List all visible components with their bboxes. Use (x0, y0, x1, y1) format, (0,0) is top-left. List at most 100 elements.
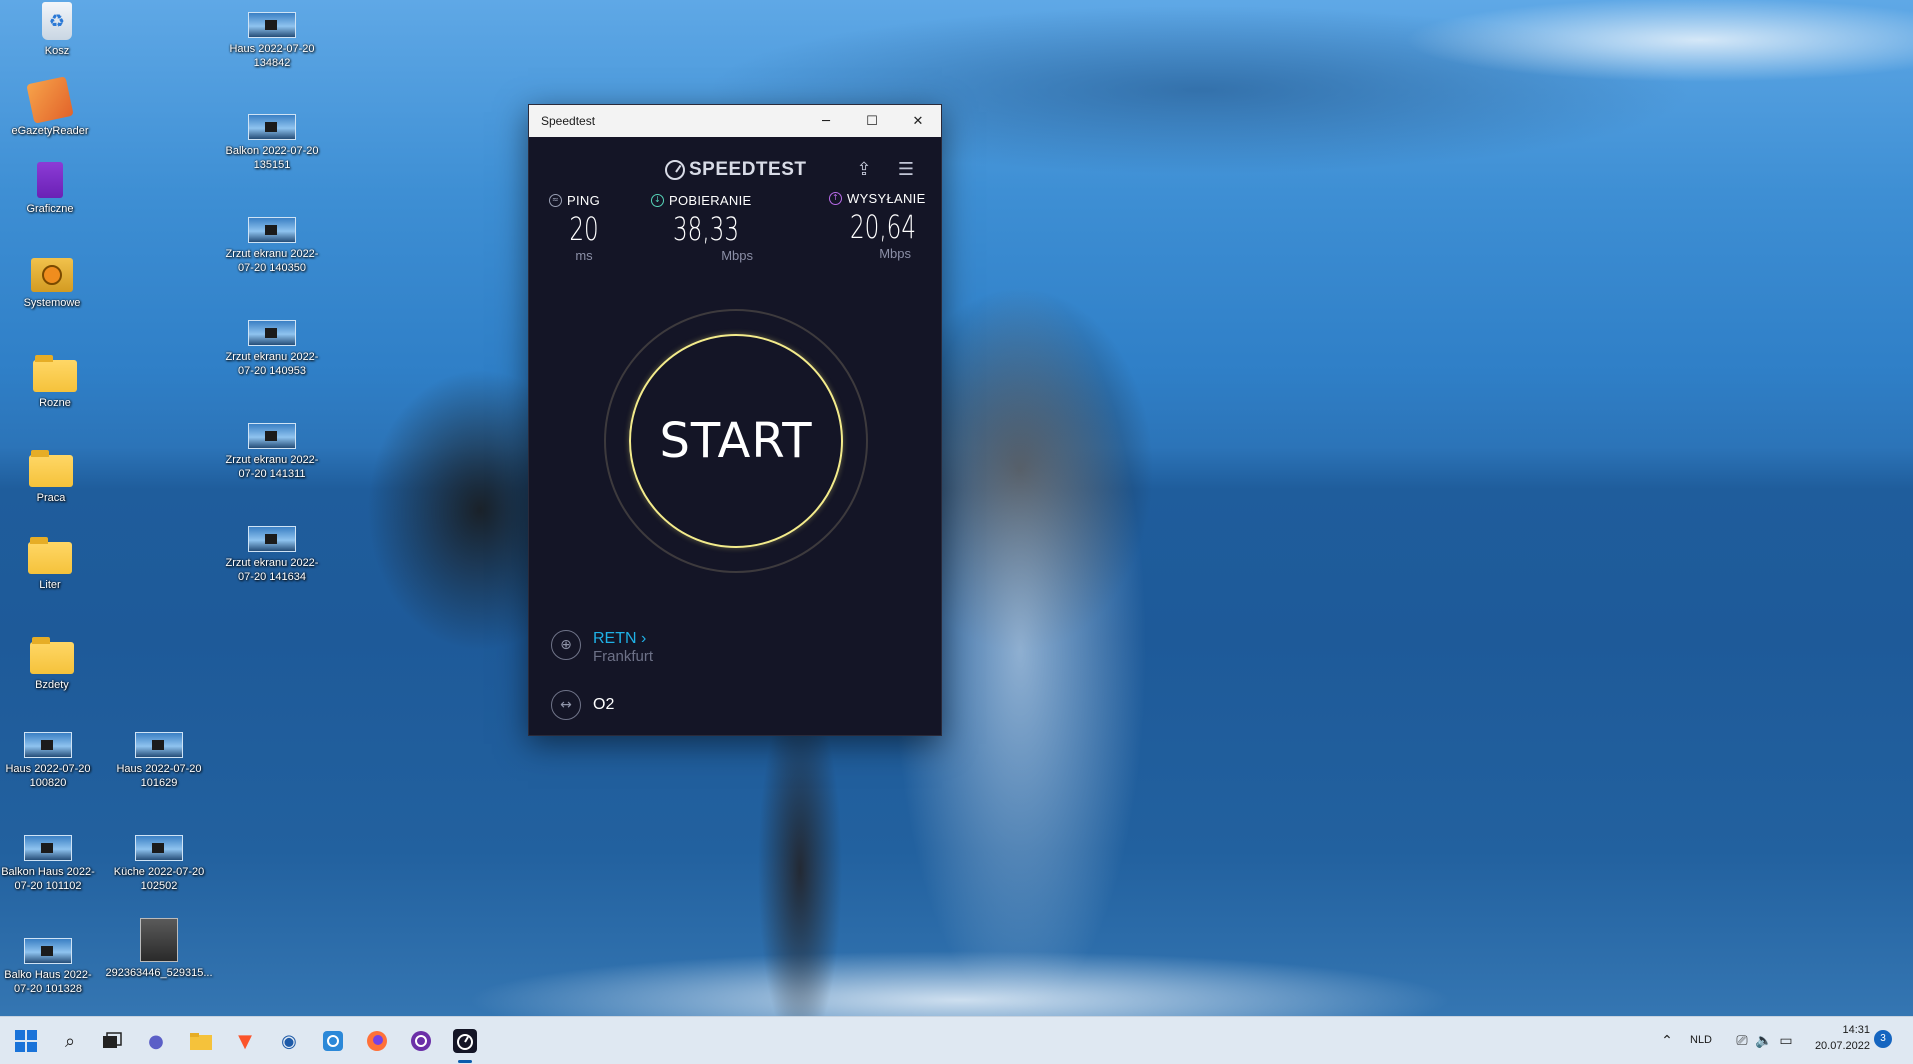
recycle-bin-icon: ♻ (42, 2, 72, 40)
icon-label: Zrzut ekranu 2022-07-20 140350 (225, 248, 319, 274)
icon-label: Haus 2022-07-20 100820 (5, 763, 91, 789)
edge-browser-icon[interactable]: ◉ (273, 1025, 305, 1057)
start-label: START (659, 413, 813, 469)
globe-icon: ⊕ (551, 630, 581, 660)
screenshot-file-icon (248, 12, 296, 38)
icon-label: Praca (36, 492, 66, 504)
icon-label: Kosz (44, 45, 70, 57)
language-indicator[interactable]: NLD (1690, 1034, 1712, 1046)
screenshot-file-icon (248, 320, 296, 346)
speedtest-window: Speedtest ─ ☐ ✕ SPEEDTEST ⇪ ☰ ≈ PING 20 … (528, 104, 942, 736)
screenshot-file-icon (248, 526, 296, 552)
settings-icon[interactable]: ☰ (895, 159, 917, 181)
desktop-icon-rozne[interactable]: Rozne (0, 355, 110, 410)
share-icon[interactable]: ⇪ (853, 159, 875, 181)
download-metric: ↓ POBIERANIE 38,33 Mbps (651, 193, 761, 263)
desktop-icon-balkon-haus-101102[interactable]: Balkon Haus 2022-07-20 101102 (0, 835, 103, 893)
upload-metric: ↑ WYSYŁANIE 20,64 Mbps (829, 191, 937, 261)
desktop-icon-haus-101629[interactable]: Haus 2022-07-20 101629 (104, 732, 214, 790)
desktop-icon-zrzut-141634[interactable]: Zrzut ekranu 2022-07-20 141634 (217, 526, 327, 584)
icon-label: Balko Haus 2022-07-20 101328 (4, 969, 92, 995)
desktop-icon-haus-134842[interactable]: Haus 2022-07-20 134842 (217, 12, 327, 70)
systemowe-folder-icon (31, 258, 73, 292)
window-titlebar[interactable]: Speedtest ─ ☐ ✕ (529, 105, 941, 137)
start-button[interactable]: START (629, 334, 843, 548)
desktop-icon-zrzut-140953[interactable]: Zrzut ekranu 2022-07-20 140953 (217, 320, 327, 378)
desktop-icon-praca[interactable]: Praca (0, 450, 106, 505)
desktop-icon-egazetyreader[interactable]: eGazetyReader (0, 76, 105, 138)
speedometer-icon (665, 160, 685, 180)
speedtest-logo: SPEEDTEST (665, 159, 806, 181)
icon-label: eGazetyReader (11, 125, 89, 137)
maximize-button[interactable]: ☐ (849, 105, 895, 137)
icon-label: Haus 2022-07-20 101629 (116, 763, 202, 789)
desktop-icon-photo[interactable]: 292363446_529315... (104, 918, 214, 980)
download-unit: Mbps (721, 248, 753, 263)
task-view-icon[interactable] (96, 1025, 128, 1057)
desktop-icon-zrzut-141311[interactable]: Zrzut ekranu 2022-07-20 141311 (217, 423, 327, 481)
icon-label: Bzdety (35, 679, 69, 691)
taskbar: ⌕ ● ▼ ◉ ⌃ NLD ⎚ 🔈 ▭ 14:31 20.07.2022 (0, 1016, 1913, 1064)
desktop-icon-balkon-135151[interactable]: Balkon 2022-07-20 135151 (217, 114, 327, 172)
speedtest-taskbar-icon[interactable] (449, 1025, 481, 1063)
graficzne-folder-icon (37, 162, 63, 198)
ping-value: 20 (569, 210, 599, 248)
tor-browser-icon[interactable] (405, 1025, 437, 1057)
desktop-icon-haus-100820[interactable]: Haus 2022-07-20 100820 (0, 732, 103, 790)
clock-time[interactable]: 14:31 (1840, 1024, 1870, 1036)
window-title: Speedtest (541, 114, 596, 128)
connection-icon: ↔ (551, 690, 581, 720)
minimize-button[interactable]: ─ (803, 105, 849, 137)
icon-label: Graficzne (26, 203, 74, 215)
close-button[interactable]: ✕ (895, 105, 941, 137)
egazety-icon (26, 76, 74, 124)
settings-app-icon[interactable] (317, 1025, 349, 1057)
screenshot-file-icon (135, 835, 183, 861)
screenshot-file-icon (248, 217, 296, 243)
desktop-icon-graficzne[interactable]: Graficzne (0, 162, 105, 216)
folder-icon (29, 450, 73, 487)
isp-name: O2 (593, 696, 615, 713)
upload-arrow-icon: ↑ (829, 192, 842, 205)
desktop-icon-zrzut-140350[interactable]: Zrzut ekranu 2022-07-20 140350 (217, 217, 327, 275)
desktop-icon-balko-haus-101328[interactable]: Balko Haus 2022-07-20 101328 (0, 938, 103, 996)
screenshot-file-icon (248, 423, 296, 449)
download-label: POBIERANIE (669, 193, 752, 208)
desktop-icon-kuche-102502[interactable]: Küche 2022-07-20 102502 (104, 835, 214, 893)
chevron-up-icon[interactable]: ⌃ (1651, 1025, 1683, 1057)
brave-browser-icon[interactable]: ▼ (229, 1025, 261, 1057)
download-value: 38,33 (673, 210, 739, 248)
server-name[interactable]: RETN › (593, 630, 653, 648)
logo-text: SPEEDTEST (689, 159, 807, 180)
ping-unit: ms (575, 248, 593, 263)
download-arrow-icon: ↓ (651, 194, 664, 207)
upload-label: WYSYŁANIE (847, 191, 926, 206)
icon-label: Rozne (39, 397, 71, 409)
start-menu-icon[interactable] (10, 1025, 42, 1057)
screenshot-file-icon (135, 732, 183, 758)
clock-date[interactable]: 20.07.2022 (1808, 1040, 1870, 1052)
folder-icon (33, 355, 77, 392)
desktop-icon-systemowe[interactable]: Systemowe (0, 258, 107, 310)
screenshot-file-icon (24, 732, 72, 758)
file-explorer-icon[interactable] (185, 1025, 217, 1057)
screenshot-file-icon (24, 938, 72, 964)
ping-icon: ≈ (549, 194, 562, 207)
battery-icon[interactable]: ▭ (1770, 1025, 1802, 1057)
icon-label: Zrzut ekranu 2022-07-20 141634 (225, 557, 319, 583)
server-selector[interactable]: ⊕ RETN › Frankfurt (551, 630, 653, 666)
desktop-icon-bzdety[interactable]: Bzdety (0, 637, 107, 692)
desktop-icon-liter[interactable]: Liter (0, 537, 105, 592)
notification-badge[interactable]: 3 (1874, 1030, 1892, 1048)
search-icon[interactable]: ⌕ (54, 1025, 86, 1057)
firefox-icon[interactable] (361, 1025, 393, 1057)
screenshot-file-icon (248, 114, 296, 140)
ping-metric: ≈ PING 20 ms (549, 193, 619, 263)
icon-label: Liter (39, 579, 61, 591)
chat-icon[interactable]: ● (140, 1025, 172, 1057)
desktop-icon-recycle-bin[interactable]: ♻ Kosz (2, 2, 112, 58)
image-file-icon (140, 918, 178, 962)
icon-label: Zrzut ekranu 2022-07-20 141311 (225, 454, 319, 480)
upload-value: 20,64 (850, 208, 916, 246)
icon-label: Küche 2022-07-20 102502 (113, 866, 205, 892)
